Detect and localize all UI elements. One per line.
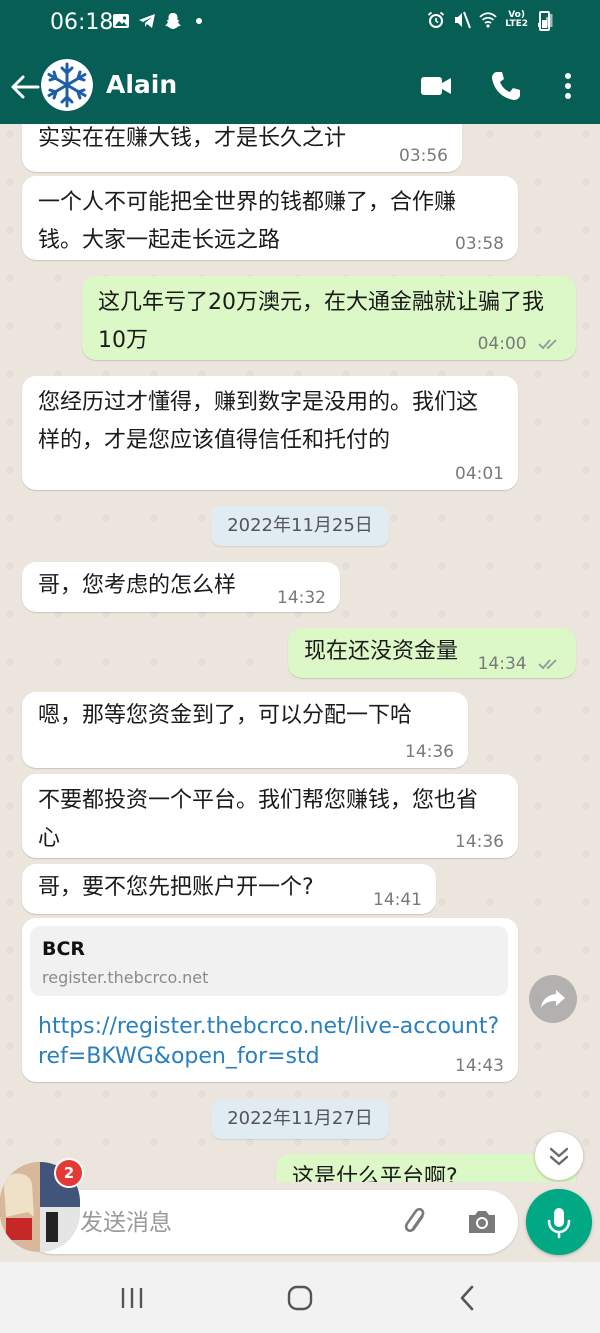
message-incoming[interactable]: 哥，您考虑的怎么样 14:32 bbox=[22, 562, 340, 612]
home-icon[interactable] bbox=[284, 1282, 316, 1314]
camera-icon[interactable] bbox=[464, 1204, 500, 1240]
message-time: 14:32 bbox=[277, 588, 326, 608]
message-text: 嗯，那等您资金到了，可以分配一下哈 bbox=[38, 703, 413, 728]
attach-icon[interactable] bbox=[398, 1204, 434, 1240]
back-nav-icon[interactable] bbox=[452, 1282, 484, 1314]
snapchat-icon bbox=[165, 13, 181, 29]
message-time: 04:01 bbox=[455, 464, 504, 484]
message-text: 不要都投资一个平台。我们帮您赚钱，您也省心 bbox=[38, 788, 479, 851]
wifi-icon bbox=[479, 12, 497, 28]
chat-area[interactable]: 实实在在赚大钱，才是长久之计 03:56 一个人不可能把全世界的钱都赚了，合作赚… bbox=[0, 124, 600, 1182]
message-time: 03:58 bbox=[455, 234, 504, 254]
message-time: 14:36 bbox=[405, 742, 454, 762]
message-outgoing[interactable]: 现在还没资金量 14:34 bbox=[288, 628, 576, 678]
gallery-icon bbox=[113, 14, 129, 28]
message-text: 一个人不可能把全世界的钱都赚了，合作赚钱。大家一起走长远之路 bbox=[38, 190, 457, 253]
message-time-value: 04:00 bbox=[477, 334, 527, 354]
forward-icon[interactable] bbox=[529, 975, 577, 1023]
message-text: 实实在在赚大钱，才是长久之计 bbox=[38, 126, 347, 151]
scroll-down-icon[interactable] bbox=[535, 1132, 583, 1180]
link-preview-domain: register.thebcrco.net bbox=[42, 968, 209, 987]
message-text: 这是什么平台啊? bbox=[292, 1165, 458, 1182]
message-time: 14:34 bbox=[478, 654, 562, 674]
recent-apps-icon[interactable] bbox=[116, 1282, 148, 1314]
network-label: Vo) LTE2 bbox=[505, 10, 528, 29]
more-options-icon[interactable] bbox=[550, 68, 586, 104]
link-preview-title: BCR bbox=[42, 938, 86, 960]
date-separator: 2022年11月25日 bbox=[211, 506, 389, 546]
phone-call-icon[interactable] bbox=[488, 68, 524, 104]
double-check-icon bbox=[538, 659, 557, 670]
message-incoming[interactable]: 不要都投资一个平台。我们帮您赚钱，您也省心 14:36 bbox=[22, 774, 518, 858]
message-link[interactable]: BCR register.thebcrco.net https://regist… bbox=[22, 918, 518, 1082]
microphone-icon[interactable] bbox=[526, 1189, 592, 1255]
message-composer bbox=[22, 1190, 518, 1254]
message-text: 您经历过才懂得，赚到数字是没用的。我们这样的，才是您应该值得信任和托付的 bbox=[38, 390, 479, 453]
message-input[interactable] bbox=[78, 1200, 382, 1246]
message-outgoing[interactable]: 这是什么平台啊? bbox=[276, 1154, 576, 1182]
contact-avatar[interactable] bbox=[41, 59, 93, 111]
system-navigation-bar bbox=[0, 1262, 600, 1333]
chat-header: Alain bbox=[0, 48, 600, 124]
message-time: 14:36 bbox=[455, 832, 504, 852]
message-time: 14:43 bbox=[455, 1056, 504, 1076]
message-incoming[interactable]: 哥，要不您先把账户开一个? 14:41 bbox=[22, 864, 436, 914]
telegram-icon bbox=[139, 14, 155, 28]
message-incoming[interactable]: 一个人不可能把全世界的钱都赚了，合作赚钱。大家一起走长远之路 03:58 bbox=[22, 176, 518, 260]
status-time: 06:18 bbox=[50, 10, 114, 35]
dot-icon bbox=[196, 18, 202, 24]
message-text: 哥，要不您先把账户开一个? bbox=[38, 875, 314, 900]
contact-name[interactable]: Alain bbox=[106, 70, 177, 99]
battery-icon bbox=[539, 11, 550, 31]
message-time: 04:00 bbox=[478, 334, 562, 354]
message-time: 03:56 bbox=[399, 146, 448, 166]
status-bar: 06:18 Vo) LTE2 bbox=[0, 0, 600, 48]
message-outgoing[interactable]: 这几年亏了20万澳元，在大通金融就让骗了我10万 04:00 bbox=[82, 276, 576, 360]
link-preview-card[interactable]: BCR register.thebcrco.net bbox=[30, 926, 508, 996]
mute-icon bbox=[455, 11, 472, 29]
video-call-icon[interactable] bbox=[418, 68, 454, 104]
back-arrow-icon[interactable] bbox=[8, 70, 42, 104]
message-incoming[interactable]: 您经历过才懂得，赚到数字是没用的。我们这样的，才是您应该值得信任和托付的 04:… bbox=[22, 376, 518, 490]
snowflake-icon bbox=[41, 59, 93, 111]
unread-badge: 2 bbox=[54, 1158, 84, 1188]
date-separator: 2022年11月27日 bbox=[211, 1099, 389, 1139]
message-time-value: 14:34 bbox=[477, 654, 527, 674]
message-link-url[interactable]: https://register.thebcrco.net/live-accou… bbox=[38, 1012, 508, 1072]
message-time: 14:41 bbox=[373, 890, 422, 910]
message-incoming[interactable]: 嗯，那等您资金到了，可以分配一下哈 14:36 bbox=[22, 692, 468, 768]
double-check-icon bbox=[538, 339, 557, 350]
message-incoming[interactable]: 实实在在赚大钱，才是长久之计 03:56 bbox=[22, 124, 462, 172]
alarm-icon bbox=[428, 11, 445, 28]
